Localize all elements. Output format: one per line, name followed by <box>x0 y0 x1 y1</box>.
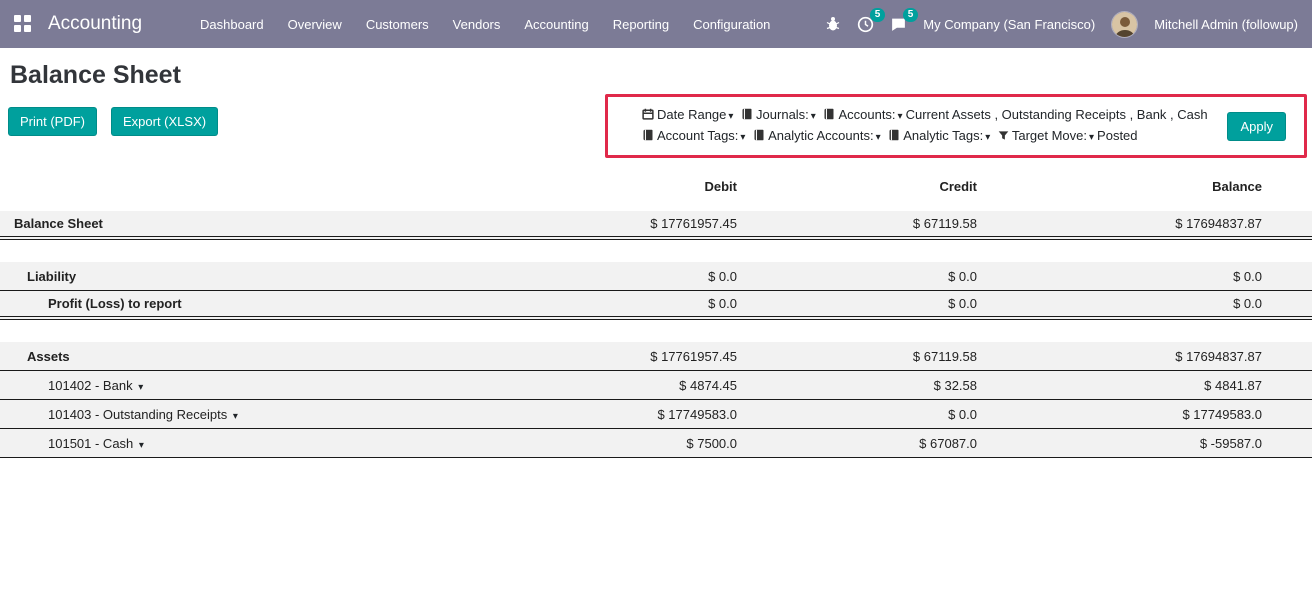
journal-icon <box>823 108 835 120</box>
chevron-down-icon: ▾ <box>139 440 144 451</box>
chevron-down-icon: ▾ <box>138 382 143 393</box>
target-move-selected-value: Posted <box>1097 128 1137 143</box>
nav-item-overview[interactable]: Overview <box>276 1 354 48</box>
user-menu[interactable]: Mitchell Admin (followup) <box>1154 17 1298 32</box>
debit-cell: $ 17749583.0 <box>497 407 737 422</box>
credit-cell: $ 67119.58 <box>737 349 977 364</box>
credit-cell: $ 67087.0 <box>737 436 977 451</box>
filter-accounts[interactable]: Accounts:▾Current Assets , Outstanding R… <box>823 107 1207 122</box>
debit-cell: $ 17761957.45 <box>497 349 737 364</box>
journal-icon <box>642 129 654 141</box>
row-label: Balance Sheet <box>14 216 103 231</box>
credit-cell: $ 0.0 <box>737 407 977 422</box>
row-profit-loss-to-report: Profit (Loss) to report $ 0.0 $ 0.0 $ 0.… <box>0 291 1312 320</box>
balance-cell: $ 4841.87 <box>977 378 1262 393</box>
chevron-down-icon: ▾ <box>898 111 903 122</box>
nav-item-customers[interactable]: Customers <box>354 1 441 48</box>
balance-sheet-report: Debit Credit Balance Balance Sheet $ 177… <box>0 172 1312 458</box>
row-balance-sheet: Balance Sheet $ 17761957.45 $ 67119.58 $… <box>0 211 1312 240</box>
debit-cell: $ 0.0 <box>497 269 737 284</box>
account-dropdown[interactable]: 101501 - Cash ▾ <box>48 436 144 451</box>
balance-cell: $ 0.0 <box>977 269 1262 284</box>
row-label: Profit (Loss) to report <box>48 296 182 311</box>
balance-cell: $ 17694837.87 <box>977 349 1262 364</box>
page-title: Balance Sheet <box>10 61 1312 90</box>
chevron-down-icon: ▾ <box>1089 132 1094 143</box>
chevron-down-icon: ▾ <box>876 132 881 143</box>
export-xlsx-button[interactable]: Export (XLSX) <box>111 107 218 136</box>
main-menu: Dashboard Overview Customers Vendors Acc… <box>188 1 782 48</box>
calendar-icon <box>642 108 654 120</box>
balance-cell: $ -59587.0 <box>977 436 1262 451</box>
credit-cell: $ 0.0 <box>737 269 977 284</box>
filter-journals[interactable]: Journals:▾ <box>741 107 819 122</box>
bug-icon[interactable] <box>825 16 841 32</box>
print-pdf-button[interactable]: Print (PDF) <box>8 107 97 136</box>
row-account-bank: 101402 - Bank ▾ $ 4874.45 $ 32.58 $ 4841… <box>0 371 1312 400</box>
activity-clock-icon[interactable]: 5 <box>857 16 874 33</box>
journal-icon <box>888 129 900 141</box>
row-label: Assets <box>27 349 70 364</box>
balance-cell: $ 17749583.0 <box>977 407 1262 422</box>
user-avatar[interactable] <box>1111 11 1138 38</box>
nav-item-dashboard[interactable]: Dashboard <box>188 1 276 48</box>
top-navbar: Accounting Dashboard Overview Customers … <box>0 0 1312 48</box>
debit-cell: $ 4874.45 <box>497 378 737 393</box>
messages-badge: 5 <box>903 8 919 22</box>
filter-analytic-accounts[interactable]: Analytic Accounts:▾ <box>753 128 884 143</box>
journal-icon <box>753 129 765 141</box>
filter-line-2: Account Tags:▾ Analytic Accounts:▾ Analy… <box>642 126 1217 147</box>
chevron-down-icon: ▾ <box>728 111 733 122</box>
column-header-debit: Debit <box>497 179 737 194</box>
row-account-cash: 101501 - Cash ▾ $ 7500.0 $ 67087.0 $ -59… <box>0 429 1312 458</box>
chevron-down-icon: ▾ <box>811 111 816 122</box>
row-account-outstanding-receipts: 101403 - Outstanding Receipts ▾ $ 177495… <box>0 400 1312 429</box>
filter-line-1: Date Range▾ Journals:▾ Accounts:▾Current… <box>642 105 1217 126</box>
filter-bar: Date Range▾ Journals:▾ Accounts:▾Current… <box>642 105 1217 147</box>
accounts-selected-value: Current Assets , Outstanding Receipts , … <box>906 107 1208 122</box>
nav-item-accounting[interactable]: Accounting <box>512 1 600 48</box>
row-assets: Assets $ 17761957.45 $ 67119.58 $ 176948… <box>0 342 1312 371</box>
apply-button[interactable]: Apply <box>1227 112 1286 141</box>
row-liability: Liability $ 0.0 $ 0.0 $ 0.0 <box>0 262 1312 291</box>
filter-account-tags[interactable]: Account Tags:▾ <box>642 128 749 143</box>
annotation-box: Date Range▾ Journals:▾ Accounts:▾Current… <box>605 94 1307 158</box>
debit-cell: $ 17761957.45 <box>497 216 737 231</box>
filter-funnel-icon <box>998 130 1009 141</box>
nav-item-reporting[interactable]: Reporting <box>601 1 681 48</box>
debit-cell: $ 0.0 <box>497 296 737 311</box>
company-switcher[interactable]: My Company (San Francisco) <box>923 17 1095 32</box>
messages-icon[interactable]: 5 <box>890 16 907 33</box>
credit-cell: $ 67119.58 <box>737 216 977 231</box>
filter-target-move[interactable]: Target Move:▾Posted <box>998 128 1138 143</box>
balance-cell: $ 0.0 <box>977 296 1262 311</box>
account-dropdown[interactable]: 101402 - Bank ▾ <box>48 378 143 393</box>
column-header-balance: Balance <box>977 179 1262 194</box>
activity-badge: 5 <box>870 8 886 22</box>
table-header-row: Debit Credit Balance <box>0 172 1312 201</box>
debit-cell: $ 7500.0 <box>497 436 737 451</box>
nav-item-vendors[interactable]: Vendors <box>441 1 513 48</box>
column-header-credit: Credit <box>737 179 977 194</box>
filter-date-range[interactable]: Date Range▾ <box>642 107 737 122</box>
row-label: Liability <box>27 269 76 284</box>
nav-item-configuration[interactable]: Configuration <box>681 1 782 48</box>
filter-analytic-tags[interactable]: Analytic Tags:▾ <box>888 128 994 143</box>
credit-cell: $ 32.58 <box>737 378 977 393</box>
app-brand[interactable]: Accounting <box>48 13 142 35</box>
chevron-down-icon: ▾ <box>233 411 238 422</box>
credit-cell: $ 0.0 <box>737 296 977 311</box>
journal-icon <box>741 108 753 120</box>
chevron-down-icon: ▾ <box>740 132 745 143</box>
apps-grid-icon[interactable] <box>14 15 32 33</box>
balance-cell: $ 17694837.87 <box>977 216 1262 231</box>
account-dropdown[interactable]: 101403 - Outstanding Receipts ▾ <box>48 407 238 422</box>
chevron-down-icon: ▾ <box>985 132 990 143</box>
